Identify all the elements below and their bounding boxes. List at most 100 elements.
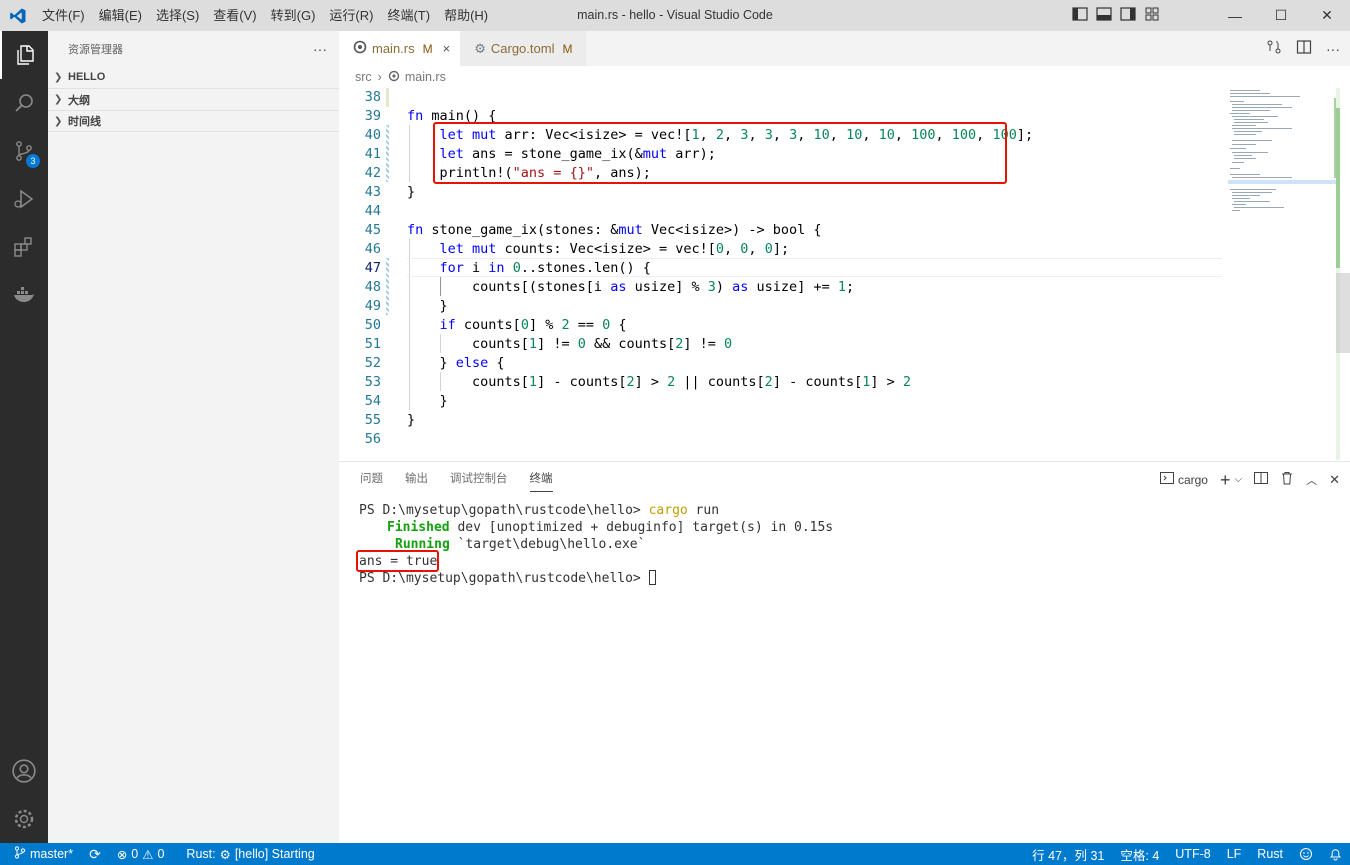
maximize-button[interactable]: ☐ bbox=[1258, 0, 1304, 31]
open-changes-icon[interactable] bbox=[1266, 39, 1282, 58]
code-line[interactable]: 55} bbox=[339, 411, 1224, 430]
close-panel-icon[interactable]: ✕ bbox=[1329, 472, 1340, 488]
explorer-sidebar: 资源管理器 ··· ❯ HELLO ❯ 大纲 ❯ 时间线 bbox=[48, 31, 339, 843]
code-line[interactable]: 45 fn stone_game_ix(stones: &mut Vec<isiz… bbox=[339, 221, 1224, 240]
menu-file[interactable]: 文件(F) bbox=[35, 0, 92, 31]
code-line[interactable]: 53 counts[1] - counts[2] > 2 || counts[2… bbox=[339, 373, 1224, 392]
end-of-line[interactable]: LF bbox=[1219, 843, 1250, 865]
code-line[interactable]: 56 bbox=[339, 430, 1224, 449]
git-gutter-mark bbox=[386, 125, 389, 182]
code-editor[interactable]: 38 39 fn main() {40 let mut arr: Vec<isize… bbox=[339, 88, 1224, 460]
feedback-icon[interactable] bbox=[1291, 843, 1321, 865]
explorer-icon[interactable] bbox=[0, 31, 48, 79]
tab-cargo-toml[interactable]: ⚙ Cargo.toml M bbox=[460, 31, 587, 66]
code-line[interactable]: 44 bbox=[339, 202, 1224, 221]
more-actions-button[interactable]: ··· bbox=[313, 41, 327, 57]
cursor-position[interactable]: 行 47，列 31 bbox=[1024, 843, 1112, 865]
code-line[interactable]: 47 for i in 0..stones.len() { bbox=[339, 259, 1224, 278]
code-line[interactable]: 38 bbox=[339, 88, 1224, 107]
tab-main-rs[interactable]: main.rs M × bbox=[339, 31, 461, 66]
run-debug-icon[interactable] bbox=[0, 175, 48, 223]
code-line[interactable]: 43} bbox=[339, 183, 1224, 202]
branch-status[interactable]: master* bbox=[0, 843, 81, 865]
toggle-sidebar-icon[interactable] bbox=[1072, 6, 1088, 25]
menu-go[interactable]: 转到(G) bbox=[264, 0, 323, 31]
menu-run[interactable]: 运行(R) bbox=[322, 0, 380, 31]
extensions-icon[interactable] bbox=[0, 223, 48, 271]
split-editor-icon[interactable] bbox=[1296, 39, 1312, 58]
search-icon[interactable] bbox=[0, 79, 48, 127]
breadcrumb-file[interactable]: main.rs bbox=[405, 70, 446, 84]
code-line[interactable]: 46 let mut counts: Vec<isize> = vec![0, … bbox=[339, 240, 1224, 259]
toggle-secondary-sidebar-icon[interactable] bbox=[1120, 6, 1136, 25]
minimize-button[interactable]: — bbox=[1212, 0, 1258, 31]
indentation[interactable]: 空格: 4 bbox=[1112, 843, 1167, 865]
source-control-icon[interactable]: 3 bbox=[0, 127, 48, 175]
activity-bar: 3 bbox=[0, 31, 48, 843]
terminal-selector[interactable]: cargo bbox=[1159, 471, 1208, 488]
settings-gear-icon[interactable] bbox=[0, 795, 48, 843]
code-text: counts[1] != 0 && counts[2] != 0 bbox=[407, 336, 733, 352]
line-number: 50 bbox=[364, 317, 381, 333]
line-number: 38 bbox=[364, 89, 381, 105]
code-text: } bbox=[407, 412, 416, 428]
sync-icon[interactable]: ⟳ bbox=[81, 843, 109, 865]
section-hello[interactable]: ❯ HELLO bbox=[48, 66, 339, 88]
tab-problems[interactable]: 问题 bbox=[349, 462, 394, 497]
line-number: 52 bbox=[364, 355, 381, 371]
tab-output[interactable]: 输出 bbox=[394, 462, 439, 497]
section-timeline[interactable]: ❯ 时间线 bbox=[48, 110, 339, 132]
tab-terminal[interactable]: 终端 bbox=[519, 462, 564, 497]
breadcrumb-folder[interactable]: src bbox=[355, 70, 372, 84]
split-terminal-icon[interactable] bbox=[1254, 471, 1269, 488]
line-number: 54 bbox=[364, 393, 381, 409]
line-number: 51 bbox=[364, 336, 381, 352]
sidebar-title: 资源管理器 bbox=[68, 43, 123, 56]
rust-analyzer-status[interactable]: Rust: ⚙ [hello] Starting bbox=[178, 843, 322, 865]
terminal-icon bbox=[1159, 471, 1174, 488]
menu-bar: 文件(F) 编辑(E) 选择(S) 查看(V) 转到(G) 运行(R) 终端(T… bbox=[35, 0, 495, 31]
tab-debug-console[interactable]: 调试控制台 bbox=[439, 462, 519, 497]
highlight-box bbox=[433, 122, 1007, 184]
code-line[interactable]: 51 counts[1] != 0 && counts[2] != 0 bbox=[339, 335, 1224, 354]
close-tab-icon[interactable]: × bbox=[443, 41, 451, 56]
docker-icon[interactable] bbox=[0, 271, 48, 319]
chevron-down-icon[interactable]: ⌵ bbox=[1235, 474, 1243, 485]
section-outline[interactable]: ❯ 大纲 bbox=[48, 88, 339, 110]
line-number: 40 bbox=[364, 127, 381, 143]
error-count: 0 bbox=[131, 847, 139, 861]
editor-scrollbar[interactable] bbox=[1336, 88, 1350, 460]
toggle-panel-icon[interactable] bbox=[1096, 6, 1112, 25]
accounts-icon[interactable] bbox=[0, 747, 48, 795]
git-gutter-mark bbox=[386, 258, 389, 315]
maximize-panel-icon[interactable]: ︿ bbox=[1306, 472, 1317, 488]
close-window-button[interactable]: ✕ bbox=[1304, 0, 1350, 31]
customize-layout-icon[interactable] bbox=[1144, 6, 1160, 25]
rust-task: [hello] Starting bbox=[234, 847, 315, 861]
code-line[interactable]: 54 } bbox=[339, 392, 1224, 411]
code-line[interactable]: 49 } bbox=[339, 297, 1224, 316]
code-line[interactable]: 50 if counts[0] % 2 == 0 { bbox=[339, 316, 1224, 335]
menu-selection[interactable]: 选择(S) bbox=[149, 0, 206, 31]
code-line[interactable]: 52 } else { bbox=[339, 354, 1224, 373]
language-mode[interactable]: Rust bbox=[1249, 843, 1291, 865]
minimap[interactable] bbox=[1224, 88, 1338, 460]
menu-help[interactable]: 帮助(H) bbox=[437, 0, 495, 31]
terminal-line[interactable]: PS D:\mysetup\gopath\rustcode\hello> bbox=[359, 570, 656, 587]
breadcrumb-separator: › bbox=[377, 70, 382, 84]
menu-view[interactable]: 查看(V) bbox=[206, 0, 263, 31]
more-icon[interactable]: ··· bbox=[1326, 41, 1340, 57]
menu-terminal[interactable]: 终端(T) bbox=[380, 0, 437, 31]
encoding[interactable]: UTF-8 bbox=[1167, 843, 1218, 865]
problems-status[interactable]: ⊗ 0 ⚠ 0 bbox=[109, 843, 173, 865]
new-terminal-icon[interactable]: + bbox=[1220, 471, 1231, 489]
trash-icon[interactable] bbox=[1280, 471, 1294, 488]
gear-icon: ⚙ bbox=[219, 847, 231, 862]
tab-main-rs-label: main.rs bbox=[372, 41, 415, 56]
code-line[interactable]: 48 counts[(stones[i as usize] % 3) as us… bbox=[339, 278, 1224, 297]
menu-edit[interactable]: 编辑(E) bbox=[92, 0, 149, 31]
modified-indicator: M bbox=[422, 41, 433, 56]
notifications-bell-icon[interactable] bbox=[1321, 843, 1350, 865]
highlight-box bbox=[356, 550, 439, 572]
line-number: 44 bbox=[364, 203, 381, 219]
